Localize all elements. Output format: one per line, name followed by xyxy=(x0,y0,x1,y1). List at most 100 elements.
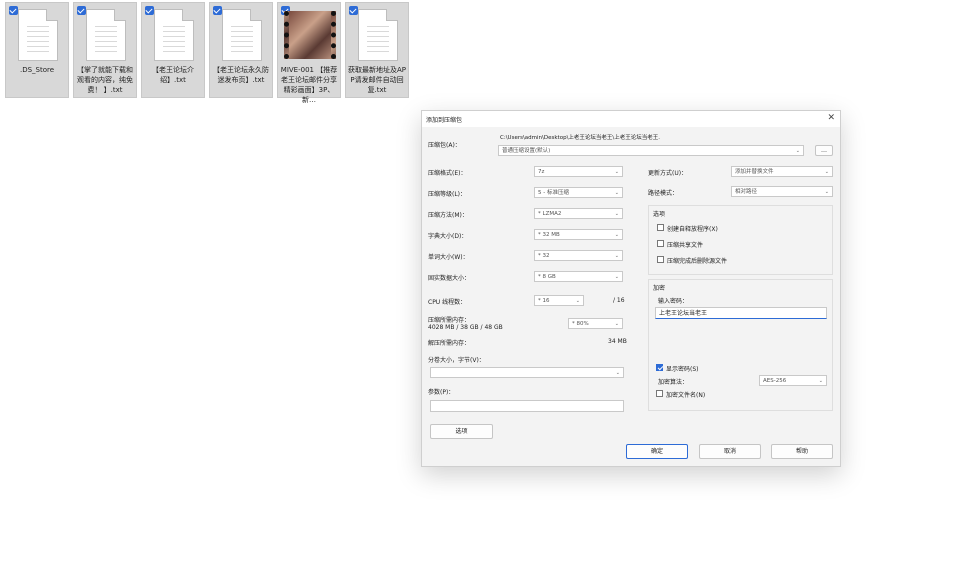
show-password-checkbox[interactable] xyxy=(656,364,663,371)
chevron-down-icon: ⌄ xyxy=(824,169,829,175)
encryption-method-select[interactable]: AES-256 ⌄ xyxy=(759,375,827,386)
chevron-down-icon: ⌄ xyxy=(614,169,619,175)
document-icon xyxy=(18,9,58,61)
dictionary-select[interactable]: * 32 MB ⌄ xyxy=(534,229,623,240)
split-size-select[interactable]: ⌄ xyxy=(430,367,624,378)
cpu-threads-label: CPU 线程数： xyxy=(428,299,467,306)
chevron-down-icon: ⌄ xyxy=(818,378,823,384)
file-name: 【老王论坛介绍】.txt xyxy=(152,66,194,84)
file-name: MIVE-001 【推荐老王论坛邮件分享精彩画面】3P、新… xyxy=(280,66,338,104)
cpu-threads-value: * 16 xyxy=(538,298,550,304)
option-checkbox[interactable] xyxy=(657,240,664,247)
encryption-method-label: 加密算法： xyxy=(658,379,689,386)
chevron-down-icon: ⌄ xyxy=(614,253,619,259)
chevron-down-icon: ⌄ xyxy=(614,321,619,327)
cancel-button[interactable]: 取消 xyxy=(699,444,761,459)
add-to-archive-dialog: 添加到压缩包 ✕ 压缩包(A)： C:\Users\admin\Desktop\… xyxy=(421,110,841,467)
option-label: 压缩共享文件 xyxy=(667,242,704,249)
word-size-value: * 32 xyxy=(538,253,550,259)
solid-block-label: 固实数据大小： xyxy=(428,275,471,282)
video-thumbnail-icon xyxy=(284,11,336,59)
file-name: 获取最新地址及APP请发邮件自动回复.txt xyxy=(348,66,407,94)
format-select[interactable]: 7z ⌄ xyxy=(534,166,623,177)
help-button[interactable]: 帮助 xyxy=(771,444,833,459)
update-mode-value: 添加并替换文件 xyxy=(735,169,774,175)
cpu-threads-select[interactable]: * 16 ⌄ xyxy=(534,295,584,306)
method-label: 压缩方法(M)： xyxy=(428,212,468,219)
options-button[interactable]: 选项 xyxy=(430,424,493,439)
file-name: .DS_Store xyxy=(19,66,55,74)
memory-percent-select[interactable]: * 80% ⌄ xyxy=(568,318,623,329)
archive-path-text[interactable]: C:\Users\admin\Desktop\上老王论坛当老王\上老王论坛当老王… xyxy=(500,133,660,141)
format-value: 7z xyxy=(538,169,545,175)
archive-label: 压缩包(A)： xyxy=(428,142,461,149)
split-size-label: 分卷大小，字节(V)： xyxy=(428,357,485,364)
dictionary-label: 字典大小(D)： xyxy=(428,233,468,240)
decompress-memory-value: 34 MB xyxy=(608,338,627,345)
file-name: 【老王论坛永久防迷发布页】.txt xyxy=(213,66,269,84)
word-size-select[interactable]: * 32 ⌄ xyxy=(534,250,623,261)
encryption-method-value: AES-256 xyxy=(763,378,787,384)
show-password-label: 显示密码(S) xyxy=(666,366,699,373)
cpu-threads-total: / 16 xyxy=(613,297,625,304)
dictionary-value: * 32 MB xyxy=(538,232,560,238)
chevron-down-icon: ⌄ xyxy=(795,148,800,154)
level-label: 压缩等级(L)： xyxy=(428,191,467,198)
parameters-label: 参数(P)： xyxy=(428,389,455,396)
encrypt-filenames-label: 加密文件名(N) xyxy=(666,392,706,399)
options-group-title: 选项 xyxy=(653,211,666,218)
close-icon[interactable]: ✕ xyxy=(827,113,835,123)
video-file-item[interactable]: MIVE-001 【推荐老王论坛邮件分享精彩画面】3P、新… xyxy=(277,2,341,104)
archive-profile-select[interactable]: 普通压缩设置(默认) ⌄ xyxy=(498,145,804,156)
file-name: 【掌了就能下载和观看的内容，纯免费！ 】.txt xyxy=(77,66,133,94)
encrypt-filenames-checkbox[interactable] xyxy=(656,390,663,397)
text-file-item[interactable]: 【老王论坛永久防迷发布页】.txt xyxy=(209,2,273,98)
memory-percent-value: * 80% xyxy=(572,321,589,327)
compress-memory-detail: 4028 MB / 38 GB / 48 GB xyxy=(428,324,503,331)
chevron-down-icon: ⌄ xyxy=(615,370,620,376)
level-value: 5 - 标准压缩 xyxy=(538,190,569,196)
checkbox-checked-icon[interactable] xyxy=(9,6,18,15)
text-file-item[interactable]: 获取最新地址及APP请发邮件自动回复.txt xyxy=(345,2,409,98)
method-value: * LZMA2 xyxy=(538,211,562,217)
text-file-item[interactable]: .DS_Store xyxy=(5,2,69,98)
option-label: 压缩完成后删除源文件 xyxy=(667,258,728,265)
option-checkbox[interactable] xyxy=(657,224,664,231)
encryption-group: 加密 输入密码： 上老王论坛当老王 显示密码(S) 加密算法： AES-256 ⌄… xyxy=(648,279,833,411)
chevron-down-icon: ⌄ xyxy=(614,190,619,196)
solid-block-select[interactable]: * 8 GB ⌄ xyxy=(534,271,623,282)
text-file-item[interactable]: 【掌了就能下载和观看的内容，纯免费！ 】.txt xyxy=(73,2,137,98)
ok-button[interactable]: 确定 xyxy=(626,444,688,459)
path-mode-label: 路径模式： xyxy=(648,190,679,197)
text-file-item[interactable]: 【老王论坛介绍】.txt xyxy=(141,2,205,98)
level-select[interactable]: 5 - 标准压缩 ⌄ xyxy=(534,187,623,198)
password-input[interactable]: 上老王论坛当老王 xyxy=(655,307,827,319)
checkbox-checked-icon[interactable] xyxy=(145,6,154,15)
path-mode-select[interactable]: 相对路径 ⌄ xyxy=(731,186,833,197)
encryption-group-title: 加密 xyxy=(653,285,666,292)
solid-block-value: * 8 GB xyxy=(538,274,556,280)
dialog-title: 添加到压缩包 xyxy=(426,117,463,124)
browse-button[interactable]: … xyxy=(815,145,833,156)
password-label: 输入密码： xyxy=(658,298,689,305)
checkbox-checked-icon[interactable] xyxy=(349,6,358,15)
word-size-label: 单词大小(W)： xyxy=(428,254,469,261)
format-label: 压缩格式(E)： xyxy=(428,170,467,177)
path-mode-value: 相对路径 xyxy=(735,189,758,195)
chevron-down-icon: ⌄ xyxy=(614,211,619,217)
dialog-titlebar[interactable]: 添加到压缩包 ✕ xyxy=(422,111,840,127)
document-icon xyxy=(222,9,262,61)
document-icon xyxy=(86,9,126,61)
document-icon xyxy=(358,9,398,61)
archive-profile-value: 普通压缩设置(默认) xyxy=(502,148,551,154)
checkbox-checked-icon[interactable] xyxy=(77,6,86,15)
option-checkbox[interactable] xyxy=(657,256,664,263)
method-select[interactable]: * LZMA2 ⌄ xyxy=(534,208,623,219)
compress-memory-label: 压缩所需内存： xyxy=(428,317,471,324)
update-mode-select[interactable]: 添加并替换文件 ⌄ xyxy=(731,166,833,177)
options-group: 选项 创建自释放程序(X) 压缩共享文件 压缩完成后删除源文件 xyxy=(648,205,833,275)
document-icon xyxy=(154,9,194,61)
checkbox-checked-icon[interactable] xyxy=(213,6,222,15)
parameters-input[interactable] xyxy=(430,400,624,412)
chevron-down-icon: ⌄ xyxy=(614,274,619,280)
